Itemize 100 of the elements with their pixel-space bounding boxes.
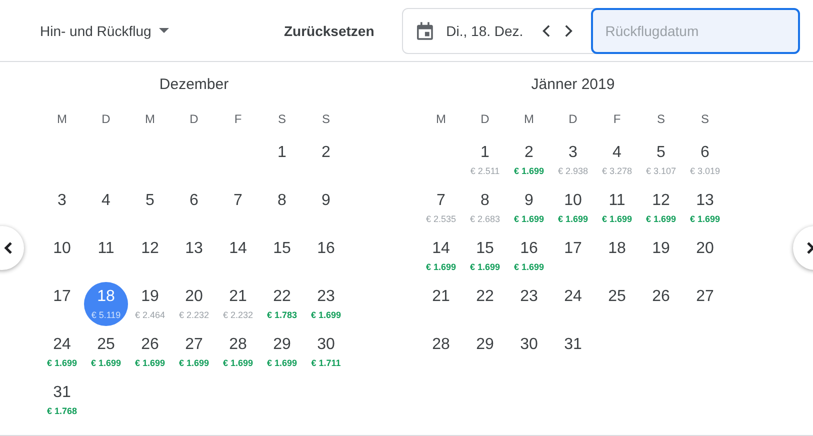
price-label: € 2.511	[470, 166, 500, 176]
calendar-day[interactable]: 3 € 2.938	[551, 138, 595, 182]
calendar-day[interactable]: 13	[172, 234, 216, 278]
price-label: € 1.768	[46, 406, 78, 416]
calendar-day[interactable]: 18 € 5.119	[84, 282, 128, 326]
weekday-label: S	[700, 112, 710, 128]
calendar-day[interactable]: 17	[551, 234, 595, 278]
calendar-day[interactable]: 13 € 1.699	[683, 186, 727, 230]
calendar-day[interactable]: 20 € 2.232	[172, 282, 216, 326]
weekday-label: S	[656, 112, 666, 128]
weekday-label: S	[276, 112, 287, 128]
departure-date[interactable]: Di., 18. Dez.	[446, 22, 528, 38]
calendar-day[interactable]: 4 € 3.278	[595, 138, 639, 182]
calendar-day[interactable]: 23 € 1.699	[304, 282, 348, 326]
calendar-day[interactable]: 24 € 1.699	[40, 330, 84, 374]
calendar-day[interactable]: 22	[463, 282, 507, 326]
calendar-day[interactable]: 28	[419, 330, 463, 374]
calendar-day[interactable]: 19 € 2.464	[128, 282, 172, 326]
price-label: € 1.699	[514, 214, 544, 224]
calendar-day[interactable]: 25 € 1.699	[84, 330, 128, 374]
calendar-day[interactable]: 29	[463, 330, 507, 374]
calendar-day[interactable]: 3	[40, 186, 84, 230]
weekday-label: D	[188, 112, 200, 128]
trip-type-dropdown[interactable]: Hin- und Rückflug	[40, 22, 240, 38]
calendar-day[interactable]: 27	[683, 282, 727, 326]
price-label: € 1.699	[310, 310, 342, 320]
price-label: € 3.278	[602, 166, 632, 176]
calendar-day[interactable]: 30 € 1.711	[304, 330, 348, 374]
calendar-day[interactable]: 9 € 1.699	[507, 186, 551, 230]
calendar-day[interactable]: 8	[260, 186, 304, 230]
calendar-day[interactable]: 1	[260, 138, 304, 182]
calendar-day[interactable]: 12 € 1.699	[639, 186, 683, 230]
price-label: € 2.938	[558, 166, 588, 176]
price-label: € 1.699	[514, 166, 544, 176]
calendar-icon	[417, 20, 434, 40]
calendar-day[interactable]: 26	[639, 282, 683, 326]
calendar-day[interactable]: 1 € 2.511	[463, 138, 507, 182]
price-label: € 1.699	[426, 262, 456, 272]
calendar-day[interactable]: 26 € 1.699	[128, 330, 172, 374]
calendar-day[interactable]: 19	[639, 234, 683, 278]
calendar-day[interactable]: 5	[128, 186, 172, 230]
calendar-day[interactable]: 12	[128, 234, 172, 278]
price-label: € 1.699	[514, 262, 544, 272]
price-label: € 1.699	[222, 358, 254, 368]
price-label: € 1.699	[178, 358, 210, 368]
month-title: Dezember	[158, 76, 230, 95]
calendar-day[interactable]: 9	[304, 186, 348, 230]
calendar-day[interactable]: 28 € 1.699	[216, 330, 260, 374]
calendar-day[interactable]: 31 € 1.768	[40, 378, 84, 422]
calendar-day[interactable]: 22 € 1.783	[260, 282, 304, 326]
month-title: Jänner 2019	[530, 76, 616, 95]
calendar-day[interactable]: 11	[84, 234, 128, 278]
calendar-day[interactable]: 24	[551, 282, 595, 326]
calendar-day[interactable]: 21	[419, 282, 463, 326]
caret-icon	[159, 28, 170, 33]
calendar-day[interactable]: 17	[40, 282, 84, 326]
calendar-day[interactable]: 10 € 1.699	[551, 186, 595, 230]
calendar-day[interactable]: 8 € 2.683	[463, 186, 507, 230]
calendar-day[interactable]: 7 € 2.535	[419, 186, 463, 230]
calendar-day[interactable]: 30	[507, 330, 551, 374]
calendar-day[interactable]: 14 € 1.699	[419, 234, 463, 278]
calendar-day[interactable]: 27 € 1.699	[172, 330, 216, 374]
calendar-day[interactable]: 18	[595, 234, 639, 278]
calendar-day[interactable]: 21 € 2.232	[216, 282, 260, 326]
weekday-label: D	[568, 112, 578, 128]
price-label: € 1.699	[134, 358, 166, 368]
calendar-day[interactable]: 4	[84, 186, 128, 230]
return-date-field[interactable]: Rückflugdatum	[591, 8, 800, 54]
calendar-day[interactable]: 14	[216, 234, 260, 278]
calendar-day[interactable]: 2	[304, 138, 348, 182]
weekday-label: F	[612, 112, 622, 128]
calendar-day[interactable]: 20	[683, 234, 727, 278]
calendar-day[interactable]: 15 € 1.699	[463, 234, 507, 278]
calendar-day[interactable]: 6 € 3.019	[683, 138, 727, 182]
calendar-day[interactable]: 6	[172, 186, 216, 230]
calendar-day[interactable]: 10	[40, 234, 84, 278]
calendar-day[interactable]: 25	[595, 282, 639, 326]
chevron-right-icon[interactable]	[565, 24, 574, 38]
price-label: € 1.699	[470, 262, 500, 272]
reset-button[interactable]: Zurücksetzen	[284, 22, 374, 38]
price-label: € 2.232	[178, 310, 210, 320]
price-label: € 1.783	[266, 310, 298, 320]
price-label: € 1.699	[266, 358, 298, 368]
calendar-day[interactable]: 5 € 3.107	[639, 138, 683, 182]
calendar-day[interactable]: 2 € 1.699	[507, 138, 551, 182]
calendar-day[interactable]: 11 € 1.699	[595, 186, 639, 230]
calendar-day[interactable]: 23	[507, 282, 551, 326]
weekday-label: M	[523, 112, 535, 128]
calendar-day[interactable]: 16 € 1.699	[507, 234, 551, 278]
price-label: € 1.699	[46, 358, 78, 368]
price-label: € 5.119	[91, 310, 121, 320]
weekday-label: D	[100, 112, 112, 128]
chevron-left-icon[interactable]	[542, 24, 550, 38]
calendar-day[interactable]: 31	[551, 330, 595, 374]
calendar-day[interactable]: 29 € 1.699	[260, 330, 304, 374]
calendar-day[interactable]: 15	[260, 234, 304, 278]
price-label: € 2.683	[470, 214, 500, 224]
calendar-day[interactable]: 16	[304, 234, 348, 278]
price-label: € 2.464	[134, 310, 166, 320]
calendar-day[interactable]: 7	[216, 186, 260, 230]
